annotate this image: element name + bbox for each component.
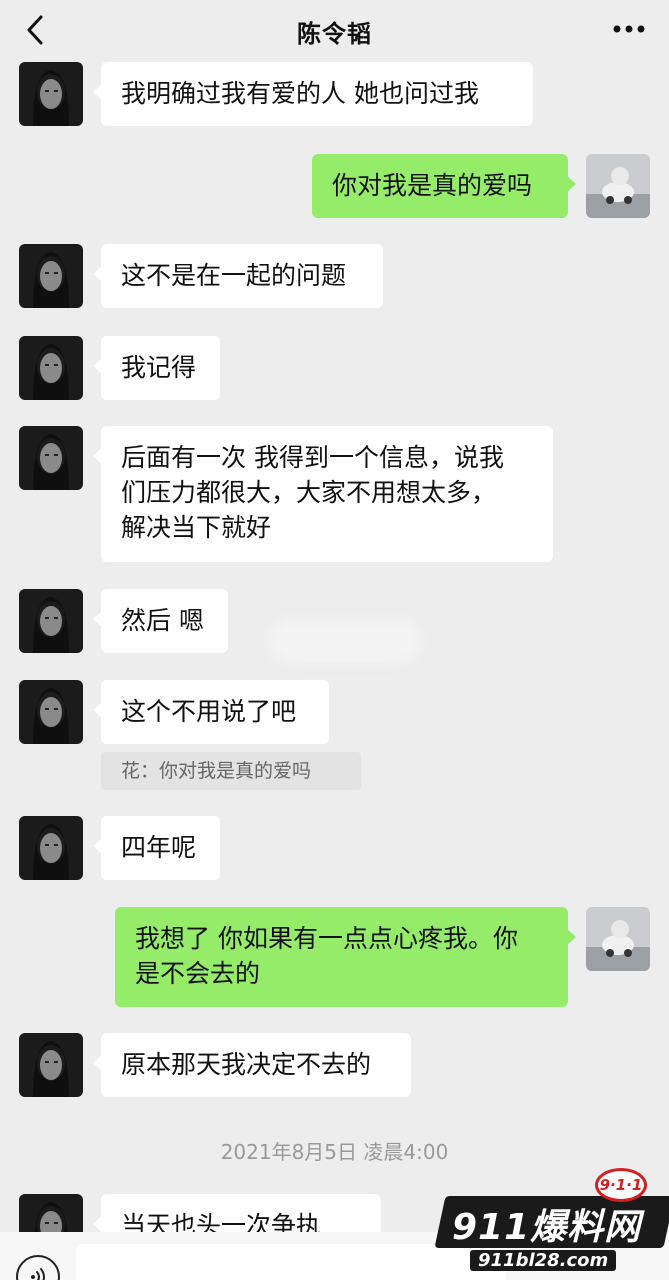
message-text-line: 后面有一次 我得到一个信息，说我 <box>121 443 504 472</box>
message-bubble[interactable]: 然后 嗯 <box>93 589 228 653</box>
message-text-line: 我想了 你如果有一点点心疼我。你 <box>135 924 518 953</box>
watermark-url: 911bl28.com <box>470 1250 617 1271</box>
message-text: 这不是在一起的问题 <box>121 261 347 290</box>
message-bubble[interactable]: 我明确过我有爱的人 她也问过我 <box>93 62 533 126</box>
message-text: 然后 嗯 <box>121 606 204 635</box>
message-text: 你对我是真的爱吗 <box>332 171 533 200</box>
contact-avatar[interactable] <box>19 336 83 400</box>
message-text: 四年呢 <box>121 833 197 862</box>
watermark: 911爆料网 911bl28.com 9·1·1 <box>434 1168 669 1280</box>
message-bubble[interactable]: 这个不用说了吧 <box>93 680 329 744</box>
chevron-left-icon <box>27 15 43 45</box>
watermark-text: 911爆料网 <box>452 1207 642 1248</box>
contact-avatar[interactable] <box>19 680 83 744</box>
message-bubble[interactable]: 四年呢 <box>93 816 220 880</box>
chat-timestamp: 2021年8月5日 凌晨4:00 <box>220 1140 449 1164</box>
message-text-line: 们压力都很大，大家不用想太多， <box>121 478 497 507</box>
chat-header: 陈令韬 <box>0 0 669 62</box>
contact-avatar[interactable] <box>19 1033 83 1097</box>
chat-title: 陈令韬 <box>297 19 372 48</box>
message-text-line: 是不会去的 <box>135 959 261 988</box>
back-button[interactable] <box>18 10 52 50</box>
message-bubble[interactable]: 你对我是真的爱吗 <box>312 154 576 218</box>
contact-avatar[interactable] <box>19 589 83 653</box>
message-bubble[interactable]: 后面有一次 我得到一个信息，说我 们压力都很大，大家不用想太多， 解决当下就好 <box>93 426 553 562</box>
message-text: 这个不用说了吧 <box>121 697 297 726</box>
message-text: 原本那天我决定不去的 <box>121 1050 372 1079</box>
message-text: 我明确过我有爱的人 她也问过我 <box>121 79 479 108</box>
more-dots-icon <box>613 25 645 33</box>
contact-avatar[interactable] <box>19 816 83 880</box>
message-bubble[interactable]: 原本那天我决定不去的 <box>93 1033 411 1097</box>
contact-avatar[interactable] <box>19 244 83 308</box>
watermark-badge: 9·1·1 <box>595 1168 647 1202</box>
redaction-blur <box>270 620 420 662</box>
self-avatar[interactable] <box>586 154 650 218</box>
more-button[interactable] <box>611 14 647 44</box>
message-text: 我记得 <box>121 353 197 382</box>
quoted-reply[interactable]: 花：你对我是真的爱吗 <box>101 752 361 790</box>
self-avatar[interactable] <box>586 907 650 971</box>
message-bubble[interactable]: 我记得 <box>93 336 220 400</box>
message-bubble[interactable]: 这不是在一起的问题 <box>93 244 383 308</box>
message-text-line: 解决当下就好 <box>121 513 272 542</box>
contact-avatar[interactable] <box>19 62 83 126</box>
contact-avatar[interactable] <box>19 426 83 490</box>
message-bubble[interactable]: 我想了 你如果有一点点心疼我。你 是不会去的 <box>115 907 576 1007</box>
voice-icon <box>31 1268 45 1280</box>
